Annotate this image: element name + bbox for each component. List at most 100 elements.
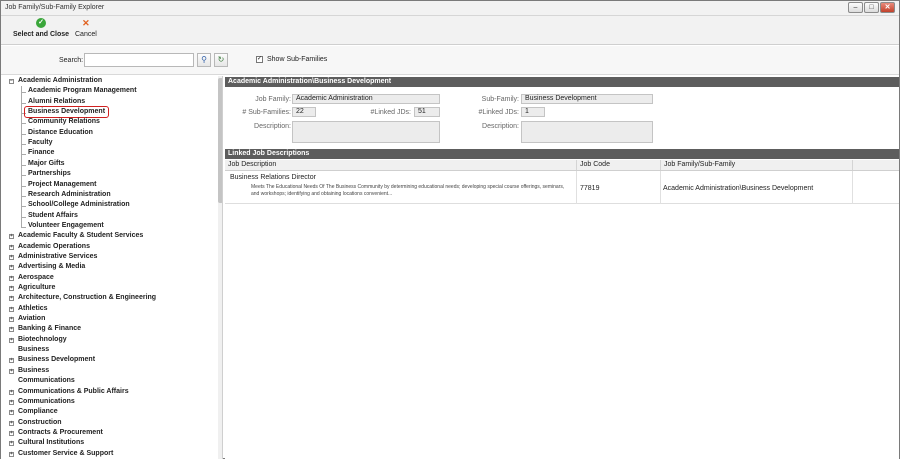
tree-item-label: Construction (18, 418, 62, 426)
cell-job-description: Business Relations Director Meets The Ed… (225, 171, 577, 204)
tree-subitem-label: Alumni Relations (28, 97, 86, 105)
job-code-value: 77819 (580, 185, 600, 192)
sub-families-label: # Sub-Families: (242, 109, 291, 116)
sub-linked-jds-field: 1 (521, 107, 545, 117)
search-label: Search: (59, 57, 84, 64)
expand-icon[interactable]: + (9, 399, 14, 405)
expand-icon[interactable]: + (9, 389, 14, 395)
tree-item-label: Biotechnology (18, 335, 67, 343)
tree-item-label: Customer Service & Support (18, 449, 114, 457)
sub-families-field: 22 (292, 107, 316, 117)
tree-item-label: Architecture, Construction & Engineering (18, 294, 157, 302)
magnifier-icon: ⚲ (201, 55, 207, 64)
tree-guide (21, 92, 26, 94)
detail-panel: Academic Administration\Business Develop… (225, 76, 899, 459)
tree-scrollbar[interactable] (218, 76, 222, 459)
refresh-button[interactable]: ↻ (214, 53, 228, 67)
cancel-button[interactable]: ✕ Cancel (75, 18, 97, 38)
select-and-close-label: Select and Close (13, 31, 70, 38)
tree-subitem-label: Project Management (28, 180, 97, 188)
tree-subitem-label: Academic Program Management (28, 87, 137, 95)
tree-subitem-label: Research Administration (28, 190, 111, 198)
expand-icon[interactable]: + (9, 358, 14, 364)
show-subfamilies-label: Show Sub-Families (267, 56, 328, 63)
tree-subitem-label: Community Relations (28, 118, 100, 126)
explorer-window: Job Family/Sub-Family Explorer – □ ✕ ✓ S… (0, 0, 900, 459)
tree-guide (21, 164, 26, 166)
description-label: Description: (254, 123, 291, 130)
select-and-close-button[interactable]: ✓ Select and Close (13, 18, 69, 38)
column-header-job-code[interactable]: Job Code (577, 160, 661, 170)
expand-icon[interactable]: + (9, 441, 14, 447)
sub-description-field (521, 121, 653, 143)
tree-subitem-label: Volunteer Engagement (28, 221, 104, 229)
tree-guide (21, 123, 26, 125)
tree-subitem-label: School/College Administration (28, 201, 130, 209)
expand-icon[interactable]: + (9, 244, 14, 250)
tree-guide (21, 216, 26, 218)
tree-item-label: Cultural Institutions (18, 439, 85, 447)
sub-linked-jds-label: #Linked JDs: (478, 109, 519, 116)
show-subfamilies-checkbox[interactable]: ✓ (256, 56, 263, 63)
collapse-icon[interactable]: − (9, 79, 14, 84)
tree-guide (21, 175, 26, 177)
job-description-text: Meets The Educational Needs Of The Busin… (251, 184, 565, 197)
maximize-button[interactable]: □ (864, 2, 879, 13)
expand-icon[interactable]: + (9, 430, 14, 436)
table-row[interactable]: Business Relations Director Meets The Ed… (225, 171, 899, 204)
tree-subitem-label: Student Affairs (28, 211, 78, 219)
column-header-job-description[interactable]: Job Description (225, 160, 577, 170)
tree-item-label: Communications (18, 377, 75, 385)
search-button[interactable]: ⚲ (197, 53, 211, 67)
tree-subitem-label: Distance Education (28, 128, 93, 136)
linked-jds-header: Linked Job Descriptions (225, 149, 899, 159)
tree-item-label: Aerospace (18, 273, 54, 281)
linked-jds-label: #Linked JDs: (370, 109, 411, 116)
expand-icon[interactable]: + (9, 254, 14, 260)
expand-icon[interactable]: + (9, 286, 14, 291)
check-circle-icon: ✓ (36, 18, 47, 28)
expand-icon[interactable]: + (9, 368, 14, 374)
job-description-title[interactable]: Business Relations Director (230, 174, 316, 181)
column-header-job-family[interactable]: Job Family/Sub-Family (661, 160, 853, 170)
expand-icon[interactable]: + (9, 420, 14, 426)
tree-scrollbar-thumb[interactable] (218, 78, 222, 203)
tree-item-label: Aviation (18, 315, 46, 323)
tree-guide (21, 226, 26, 228)
tree-item-label: Communications & Public Affairs (18, 387, 129, 395)
job-family-field: Academic Administration (292, 94, 440, 104)
job-family-tree: − Academic Administration Academic Program… (1, 76, 223, 459)
tree-subitem-label: Finance (28, 149, 55, 157)
table-header-row: Job Description Job Code Job Family/Sub-… (225, 160, 899, 171)
expand-icon[interactable]: + (9, 234, 14, 240)
refresh-icon: ↻ (217, 55, 225, 64)
minimize-button[interactable]: – (848, 2, 863, 13)
expand-icon[interactable]: + (9, 451, 14, 457)
tree-guide (21, 206, 26, 208)
job-family-label: Job Family: (255, 96, 291, 103)
expand-icon[interactable]: + (9, 306, 14, 312)
tree-item-label: Banking & Finance (18, 325, 82, 333)
sub-family-label: Sub-Family: (481, 96, 519, 103)
expand-icon[interactable]: + (9, 265, 14, 271)
search-bar: Search: ⚲ ↻ ✓ Show Sub-Families (1, 46, 899, 75)
sub-description-label: Description: (482, 123, 519, 130)
linked-jds-field: 51 (414, 107, 440, 117)
expand-icon[interactable]: + (9, 275, 14, 281)
search-input[interactable] (84, 53, 194, 67)
cell-job-family: Academic Administration\Business Develop… (661, 171, 853, 204)
expand-icon[interactable]: + (9, 317, 14, 323)
expand-icon[interactable]: + (9, 337, 14, 343)
tree-subitem-label: Business Development (24, 106, 110, 119)
expand-icon[interactable]: + (9, 410, 14, 416)
tree-subitem-label: Major Gifts (28, 159, 65, 167)
tree-guide (21, 144, 26, 146)
show-subfamilies-toggle[interactable]: ✓ Show Sub-Families (256, 56, 327, 63)
description-field (292, 121, 440, 143)
close-button[interactable]: ✕ (880, 2, 895, 13)
tree-item-label: Advertising & Media (18, 263, 86, 271)
tree-item-label: Contracts & Procurement (18, 428, 103, 436)
expand-icon[interactable]: + (9, 296, 14, 302)
job-family-value: Academic Administration\Business Develop… (663, 185, 814, 192)
expand-icon[interactable]: + (9, 327, 14, 333)
